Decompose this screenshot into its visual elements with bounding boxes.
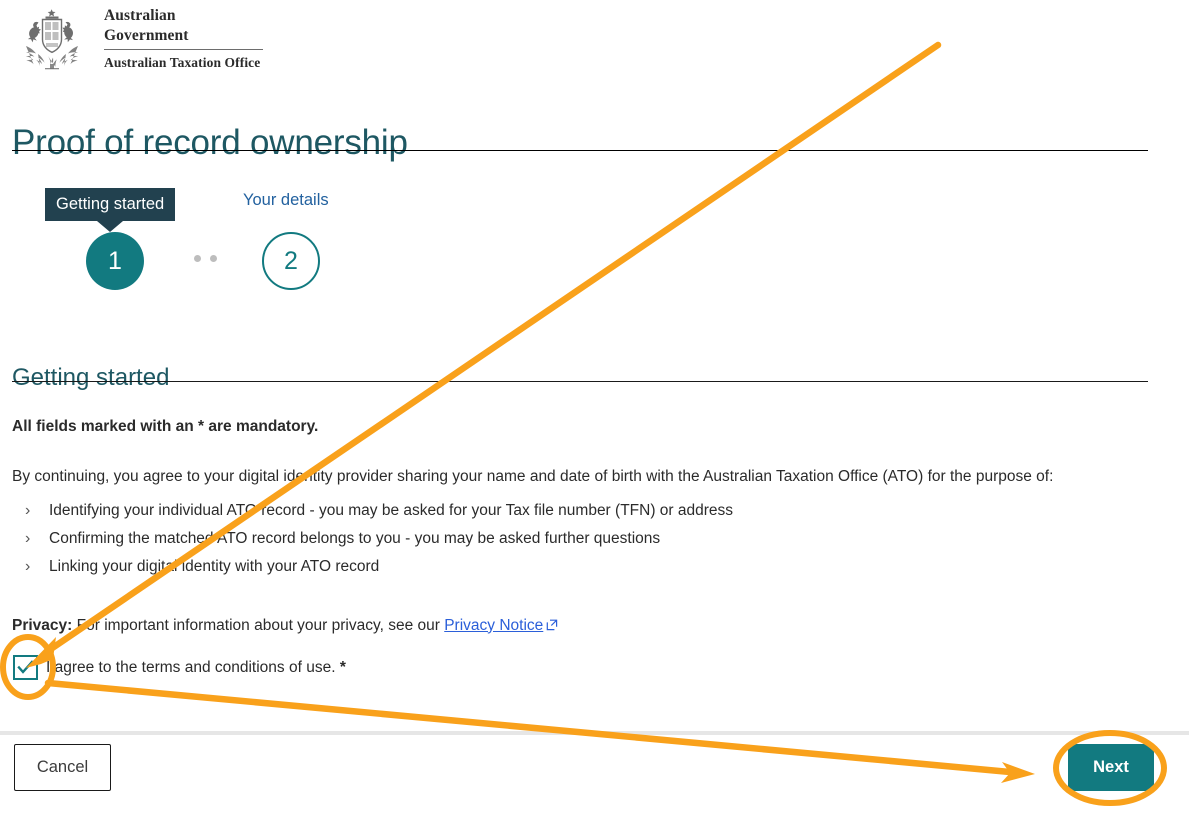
brand-text: Australian Government Australian Taxatio…: [104, 6, 263, 72]
agree-terms-text: I agree to the terms and conditions of u…: [46, 658, 336, 676]
consent-purpose-list: › Identifying your individual ATO record…: [24, 497, 733, 581]
commonwealth-coat-of-arms-icon: [25, 9, 79, 70]
list-item-label: Confirming the matched ATO record belong…: [49, 530, 661, 547]
required-marker: *: [339, 658, 346, 676]
annotation-arrowhead-next: [1001, 762, 1035, 783]
chevron-right-icon: ›: [25, 558, 31, 575]
checkmark-icon: [17, 660, 34, 674]
section-title: Getting started: [12, 363, 170, 391]
list-item: › Confirming the matched ATO record belo…: [24, 525, 733, 553]
list-item: › Linking your digital identity with you…: [24, 553, 733, 581]
mandatory-fields-note: All fields marked with an * are mandator…: [12, 417, 319, 435]
connector-dot: [210, 255, 217, 262]
brand-government-line: Australian Government: [104, 6, 263, 50]
list-item-label: Identifying your individual ATO record -…: [49, 502, 734, 519]
step-2-circle[interactable]: 2: [262, 232, 320, 290]
consent-intro-text: By continuing, you agree to your digital…: [12, 467, 1054, 485]
footer-divider: [0, 731, 1189, 735]
privacy-label: Privacy:: [12, 616, 73, 634]
cancel-button[interactable]: Cancel: [14, 744, 111, 791]
step-1-tooltip-label: Getting started: [45, 188, 176, 221]
page-root: Australian Government Australian Taxatio…: [0, 0, 1189, 820]
chevron-right-icon: ›: [25, 502, 31, 519]
agree-terms-label: I agree to the terms and conditions of u…: [46, 657, 346, 679]
brand-agency-line: Australian Taxation Office: [104, 55, 261, 70]
agree-terms-row[interactable]: I agree to the terms and conditions of u…: [13, 655, 346, 680]
list-item: › Identifying your individual ATO record…: [24, 497, 733, 525]
section-divider: [12, 381, 1148, 382]
list-item-label: Linking your digital identity with your …: [49, 558, 380, 575]
privacy-text: For important information about your pri…: [72, 616, 445, 634]
step-1-number: 1: [108, 246, 122, 275]
privacy-statement: Privacy: For important information about…: [12, 614, 558, 638]
annotation-arrow-to-next: [44, 679, 1014, 776]
connector-dot: [194, 255, 201, 262]
step-2-number: 2: [284, 246, 298, 275]
title-divider: [12, 150, 1148, 151]
privacy-notice-link[interactable]: Privacy Notice: [444, 617, 543, 634]
step-connector-dots: [194, 255, 217, 262]
page-title: Proof of record ownership: [12, 123, 408, 163]
brand-header: Australian Government Australian Taxatio…: [12, 6, 263, 72]
step-1-circle[interactable]: 1: [86, 232, 144, 290]
next-button[interactable]: Next: [1068, 744, 1154, 791]
external-link-icon[interactable]: [546, 615, 558, 630]
chevron-right-icon: ›: [25, 530, 31, 547]
step-2-label[interactable]: Your details: [243, 190, 329, 210]
agree-terms-checkbox[interactable]: [13, 655, 38, 680]
